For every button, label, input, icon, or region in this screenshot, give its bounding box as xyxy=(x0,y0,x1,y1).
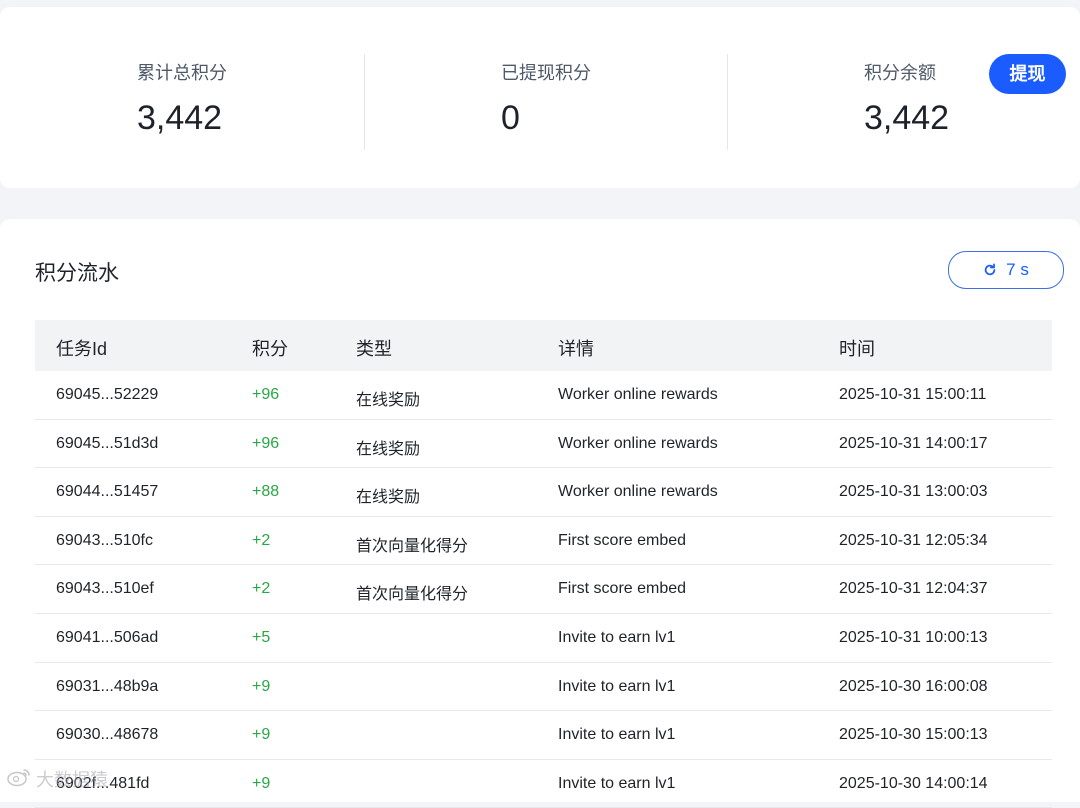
column-header-points: 积分 xyxy=(252,339,288,359)
points-cell: +2 xyxy=(252,580,271,598)
refresh-countdown: 7 s xyxy=(1006,260,1029,279)
type-cell: 在线奖励 xyxy=(356,489,421,507)
points-cell: +9 xyxy=(252,774,271,792)
table-row: 69030...48678 +9 Invite to earn lv1 2025… xyxy=(35,711,1052,760)
time-cell: 2025-10-31 13:00:03 xyxy=(839,483,988,501)
time-cell: 2025-10-31 14:00:17 xyxy=(839,434,988,452)
refresh-icon xyxy=(983,263,997,277)
detail-cell: First score embed xyxy=(558,580,687,598)
task-id-cell: 6902f...481fd xyxy=(56,774,150,792)
task-id-cell: 69043...510ef xyxy=(56,580,154,598)
detail-cell: Invite to earn lv1 xyxy=(558,774,676,792)
ledger-title: 积分流水 xyxy=(35,262,119,285)
table-row: 69043...510ef +2 首次向量化得分 First score emb… xyxy=(35,565,1052,614)
points-cell: +88 xyxy=(252,483,280,501)
task-id-cell: 69041...506ad xyxy=(56,628,159,646)
table-row: 69041...506ad +5 Invite to earn lv1 2025… xyxy=(35,614,1052,663)
time-cell: 2025-10-30 14:00:14 xyxy=(839,774,988,792)
type-cell: 首次向量化得分 xyxy=(356,586,469,604)
points-summary-card: 累计总积分 3,442 已提现积分 0 积分余额 3,442 提现 xyxy=(0,7,1080,188)
points-cell: +9 xyxy=(252,677,271,695)
type-cell: 在线奖励 xyxy=(356,392,421,409)
time-cell: 2025-10-31 10:00:13 xyxy=(839,628,988,646)
total-points-stat: 累计总积分 3,442 xyxy=(0,7,364,188)
points-cell: +2 xyxy=(252,531,271,549)
detail-cell: Invite to earn lv1 xyxy=(558,677,676,695)
time-cell: 2025-10-30 15:00:13 xyxy=(839,726,988,744)
table-row: 69045...51d3d +96 在线奖励 Worker online rew… xyxy=(35,420,1052,469)
detail-cell: Invite to earn lv1 xyxy=(558,628,676,646)
points-cell: +96 xyxy=(252,386,280,403)
withdrawn-points-value: 0 xyxy=(501,99,520,137)
column-header-task-id: 任务Id xyxy=(56,339,108,359)
task-id-cell: 69030...48678 xyxy=(56,726,159,744)
refresh-button[interactable]: 7 s xyxy=(948,251,1064,289)
ledger-table: 任务Id 积分 类型 详情 时间 69045...52229 +96 在线奖励 … xyxy=(35,320,1052,808)
column-header-time: 时间 xyxy=(839,339,875,359)
detail-cell: Worker online rewards xyxy=(558,386,718,403)
task-id-cell: 69043...510fc xyxy=(56,531,153,549)
total-points-value: 3,442 xyxy=(137,99,223,137)
points-cell: +9 xyxy=(252,726,271,744)
withdraw-button[interactable]: 提现 xyxy=(989,54,1066,94)
table-row: 6902f...481fd +9 Invite to earn lv1 2025… xyxy=(35,760,1052,808)
table-row: 69031...48b9a +9 Invite to earn lv1 2025… xyxy=(35,663,1052,712)
detail-cell: Worker online rewards xyxy=(558,434,718,452)
balance-points-stat: 积分余额 3,442 xyxy=(728,7,978,188)
detail-cell: Invite to earn lv1 xyxy=(558,726,676,744)
table-row: 69045...52229 +96 在线奖励 Worker online rew… xyxy=(35,371,1052,420)
detail-cell: First score embed xyxy=(558,531,687,549)
withdrawn-points-label: 已提现积分 xyxy=(501,63,591,83)
total-points-label: 累计总积分 xyxy=(137,63,227,83)
task-id-cell: 69031...48b9a xyxy=(56,677,159,695)
withdrawn-points-stat: 已提现积分 0 xyxy=(365,7,727,188)
points-cell: +5 xyxy=(252,628,271,646)
table-header: 任务Id 积分 类型 详情 时间 xyxy=(35,320,1052,371)
points-ledger-card: 积分流水 7 s 任务Id 积分 类型 详情 时间 69045...52229 … xyxy=(0,219,1080,808)
type-cell: 在线奖励 xyxy=(356,440,421,458)
balance-points-label: 积分余额 xyxy=(864,63,936,83)
balance-points-value: 3,442 xyxy=(864,99,950,137)
column-header-type: 类型 xyxy=(356,339,392,359)
column-header-detail: 详情 xyxy=(558,339,594,359)
table-row: 69043...510fc +2 首次向量化得分 First score emb… xyxy=(35,517,1052,566)
task-id-cell: 69045...51d3d xyxy=(56,434,159,452)
task-id-cell: 69044...51457 xyxy=(56,483,159,501)
time-cell: 2025-10-30 16:00:08 xyxy=(839,677,988,695)
time-cell: 2025-10-31 15:00:11 xyxy=(839,386,987,403)
points-cell: +96 xyxy=(252,434,280,452)
type-cell: 首次向量化得分 xyxy=(356,537,469,555)
detail-cell: Worker online rewards xyxy=(558,483,718,501)
time-cell: 2025-10-31 12:04:37 xyxy=(839,580,988,598)
task-id-cell: 69045...52229 xyxy=(56,386,159,403)
time-cell: 2025-10-31 12:05:34 xyxy=(839,531,988,549)
table-row: 69044...51457 +88 在线奖励 Worker online rew… xyxy=(35,468,1052,517)
